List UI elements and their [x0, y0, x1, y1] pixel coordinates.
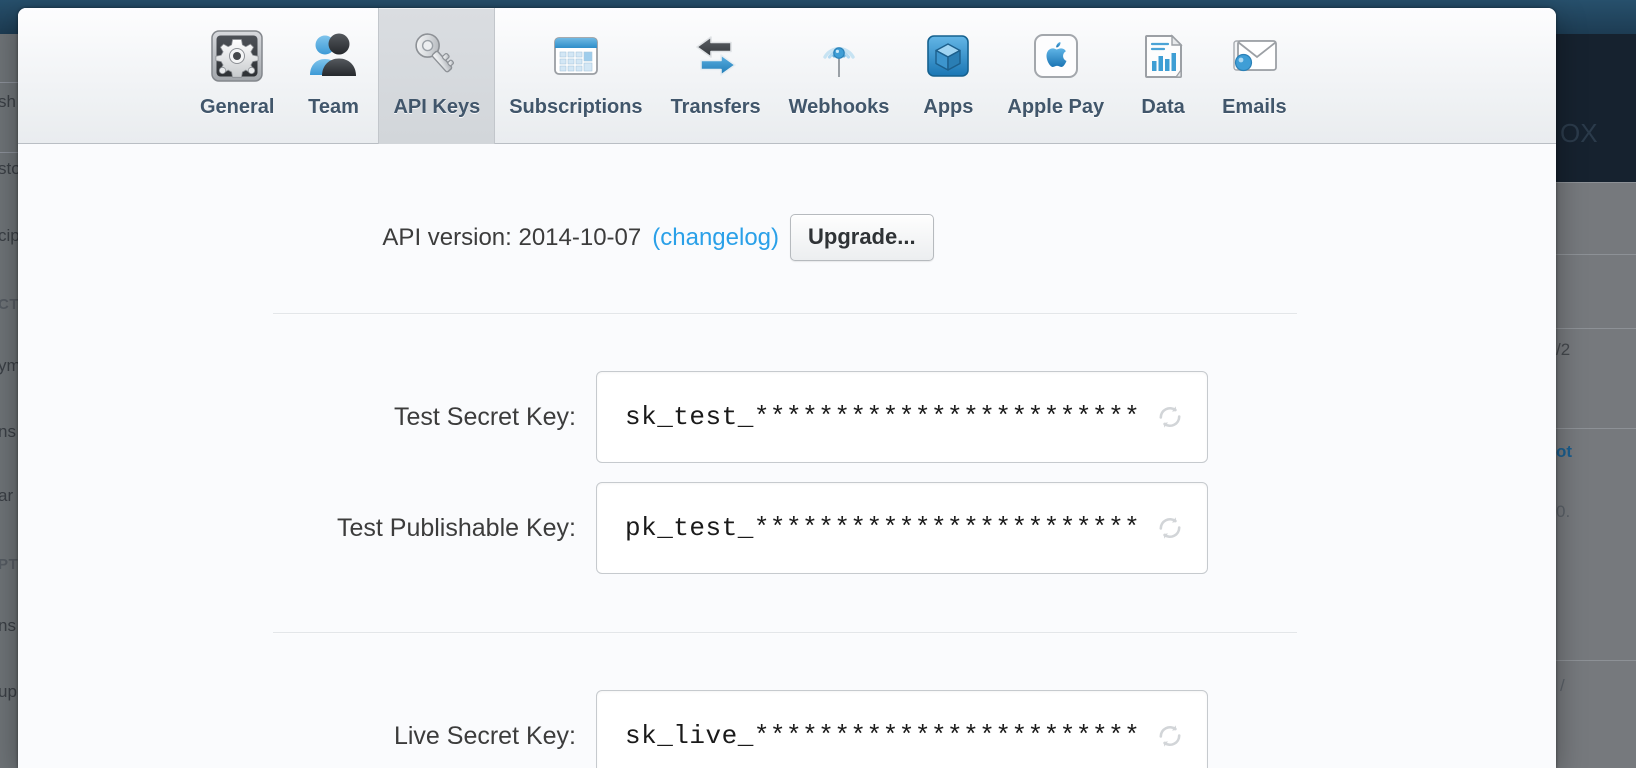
background-dark-panel — [1556, 34, 1636, 182]
background-left-sidebar: sh sto cip CT ym ns ar PT ns up — [0, 34, 21, 768]
tab-team[interactable]: Team — [288, 8, 378, 144]
broadcast-icon — [808, 25, 870, 87]
background-cell-value: / — [1560, 676, 1565, 695]
tab-subscriptions-label: Subscriptions — [509, 96, 643, 118]
tab-subscriptions[interactable]: Subscriptions — [495, 8, 656, 144]
envelope-icon — [1223, 25, 1285, 87]
tab-transfers-label: Transfers — [670, 96, 761, 118]
tab-webhooks[interactable]: Webhooks — [775, 8, 904, 144]
background-right-content — [1556, 182, 1636, 768]
test-secret-key-row: Test Secret Key: sk_test_***************… — [18, 371, 1298, 463]
settings-modal-dialog: General Team API Keys Subscriptions Tran… — [18, 8, 1556, 768]
tab-transfers[interactable]: Transfers — [657, 8, 775, 144]
changelog-link[interactable]: (changelog) — [652, 224, 779, 252]
refresh-icon[interactable] — [1155, 513, 1185, 543]
tab-apple-pay-label: Apple Pay — [1007, 96, 1105, 118]
background-divider — [1556, 254, 1636, 255]
background-sidebar-section-header: PT — [0, 556, 19, 573]
test-secret-key-field[interactable]: sk_test_************************ — [596, 371, 1208, 463]
background-divider — [1556, 182, 1636, 183]
live-secret-key-field[interactable]: sk_live_************************ — [596, 690, 1208, 768]
test-publishable-key-row: Test Publishable Key: pk_test_**********… — [18, 482, 1298, 574]
tab-apple-pay[interactable]: Apple Pay — [993, 8, 1118, 144]
cube-icon — [917, 25, 979, 87]
upgrade-button[interactable]: Upgrade... — [790, 214, 934, 261]
tab-general-label: General — [200, 96, 275, 118]
refresh-icon[interactable] — [1155, 402, 1185, 432]
background-divider — [1556, 328, 1636, 329]
section-divider — [273, 632, 1297, 633]
test-publishable-key-value: pk_test_************************ — [625, 513, 1141, 543]
refresh-icon[interactable] — [1155, 721, 1185, 751]
background-cell-link: ot — [1556, 442, 1573, 461]
key-icon — [406, 25, 468, 87]
background-cell-value: 0. — [1556, 502, 1571, 521]
gear-icon — [206, 25, 268, 87]
background-sidebar-fragment: ns — [0, 616, 16, 635]
tab-data[interactable]: Data — [1118, 8, 1208, 144]
background-cell-value: /2 — [1556, 340, 1571, 359]
api-version-label: API version: 2014-10-07 — [382, 223, 642, 251]
tab-general[interactable]: General — [186, 8, 288, 144]
api-version-row: API version: 2014-10-07 (changelog) Upgr… — [18, 214, 1298, 261]
document-chart-icon — [1132, 25, 1194, 87]
test-secret-key-value: sk_test_************************ — [625, 402, 1141, 432]
background-divider — [1556, 660, 1636, 661]
api-keys-panel: API version: 2014-10-07 (changelog) Upgr… — [18, 144, 1556, 768]
people-icon — [302, 25, 364, 87]
apple-logo-icon — [1025, 25, 1087, 87]
settings-toolbar: General Team API Keys Subscriptions Tran… — [18, 8, 1556, 144]
background-sidebar-fragment: cip — [0, 226, 20, 245]
test-secret-key-label: Test Secret Key: — [393, 402, 576, 431]
tab-webhooks-label: Webhooks — [788, 96, 890, 118]
tab-emails-label: Emails — [1222, 96, 1287, 118]
live-secret-key-row: Live Secret Key: sk_live_***************… — [18, 690, 1298, 768]
live-secret-key-value: sk_live_************************ — [625, 721, 1141, 751]
tab-emails[interactable]: Emails — [1208, 8, 1300, 144]
background-dark-panel-text: OX — [1560, 118, 1598, 148]
tab-apps-label: Apps — [923, 96, 974, 118]
tab-team-label: Team — [308, 96, 359, 118]
tab-api-keys[interactable]: API Keys — [378, 8, 496, 144]
live-secret-key-label: Live Secret Key: — [393, 721, 576, 750]
background-sidebar-fragment: sh — [0, 92, 16, 111]
background-sidebar-fragment: ar — [0, 486, 14, 505]
test-publishable-key-label: Test Publishable Key: — [336, 513, 576, 542]
tab-api-keys-label: API Keys — [393, 96, 481, 118]
background-divider — [0, 152, 20, 153]
section-divider — [273, 313, 1297, 314]
test-publishable-key-field[interactable]: pk_test_************************ — [596, 482, 1208, 574]
background-sidebar-fragment: ns — [0, 422, 16, 441]
tab-data-label: Data — [1141, 96, 1185, 118]
background-divider — [0, 82, 20, 83]
background-sidebar-section-header: CT — [0, 296, 19, 313]
tab-apps[interactable]: Apps — [903, 8, 993, 144]
background-sidebar-fragment: up — [0, 682, 17, 701]
calendar-icon — [545, 25, 607, 87]
transfer-arrows-icon — [685, 25, 747, 87]
background-divider — [1556, 428, 1636, 429]
